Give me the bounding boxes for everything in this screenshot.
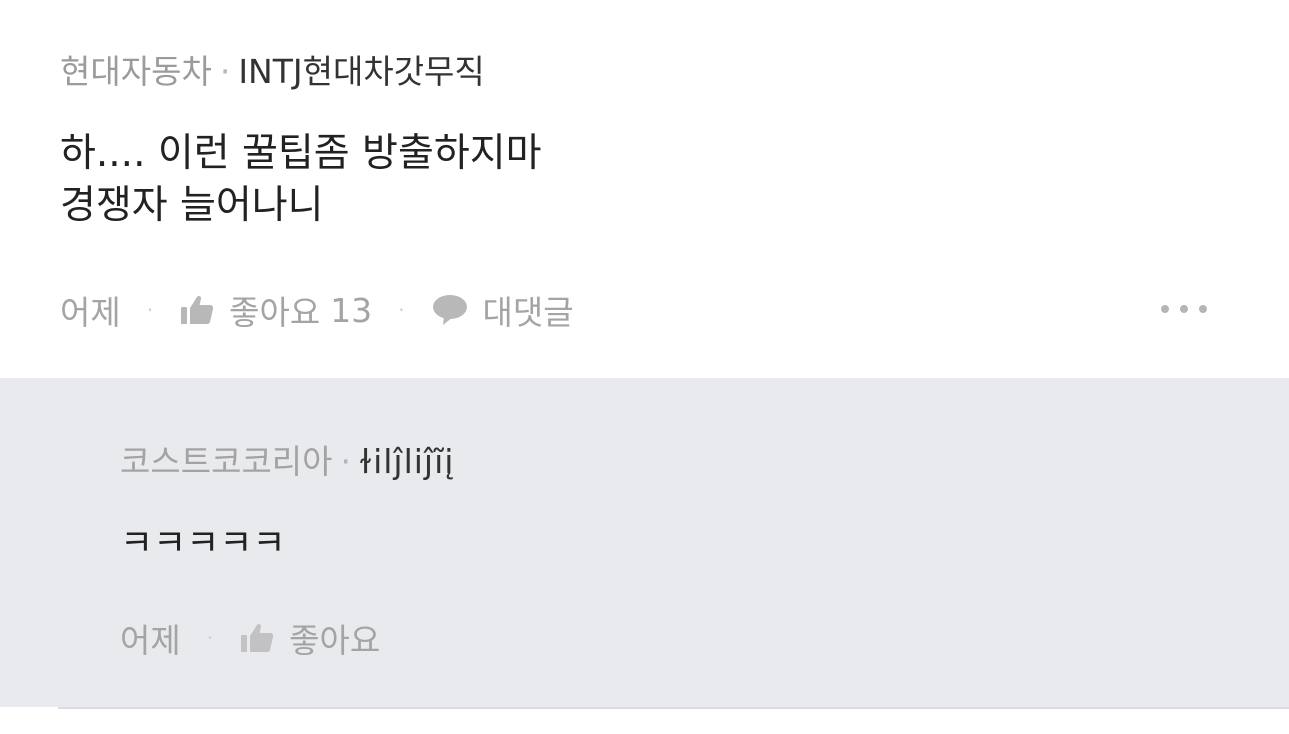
reply-like-label: 좋아요 bbox=[289, 621, 381, 660]
reply-author-line: 코스트코코리아 · ɫilĵliĵĩį bbox=[120, 440, 454, 484]
thumbs-up-icon bbox=[239, 622, 275, 654]
reply-actions: 어제 · 좋아요 bbox=[120, 613, 380, 663]
meta-separator: · bbox=[219, 52, 231, 91]
more-dots-icon bbox=[1158, 301, 1210, 320]
comment-thread: 현대자동차 · INTJ현대차갓무직 하.... 이런 꿀팁좀 방출하지마 경쟁자 … bbox=[0, 0, 1289, 734]
more-options-button[interactable] bbox=[1152, 290, 1216, 330]
divider bbox=[58, 707, 1289, 709]
reply-button[interactable]: 대댓글 bbox=[431, 286, 574, 334]
reply-item: 코스트코코리아 · ɫilĵliĵĩį ㅋㅋㅋㅋㅋ 어제 · 좋아요 bbox=[0, 378, 1289, 707]
reply-time: 어제 bbox=[120, 621, 181, 660]
comment-body: 하.... 이런 꿀팁좀 방출하지마 경쟁자 늘어나니 bbox=[60, 128, 541, 232]
comment-body-line: 경쟁자 늘어나니 bbox=[60, 183, 324, 228]
reply-author-company[interactable]: 코스트코코리아 bbox=[120, 442, 333, 481]
action-separator: · bbox=[146, 298, 154, 322]
reply-author-nickname[interactable]: ɫilĵliĵĩį bbox=[359, 442, 454, 481]
speech-bubble-icon bbox=[431, 293, 469, 327]
thumbs-up-icon bbox=[179, 294, 215, 326]
reply-body: ㅋㅋㅋㅋㅋ bbox=[120, 523, 286, 564]
like-button[interactable]: 좋아요 13 bbox=[179, 286, 372, 334]
comment-author-line: 현대자동차 · INTJ현대차갓무직 bbox=[60, 50, 485, 94]
like-label: 좋아요 bbox=[229, 293, 321, 332]
reply-label: 대댓글 bbox=[482, 293, 574, 332]
author-nickname[interactable]: INTJ현대차갓무직 bbox=[238, 52, 484, 91]
comment-body-line: 하.... 이런 꿀팁좀 방출하지마 bbox=[60, 131, 542, 176]
comment-item: 현대자동차 · INTJ현대차갓무직 하.... 이런 꿀팁좀 방출하지마 경쟁자 … bbox=[0, 0, 1289, 378]
meta-separator: · bbox=[340, 442, 352, 481]
comment-actions: 어제 · 좋아요 13 · 대댓글 bbox=[60, 285, 574, 335]
comment-time: 어제 bbox=[60, 293, 121, 332]
like-count: 13 bbox=[330, 290, 373, 330]
reply-like-button[interactable]: 좋아요 bbox=[239, 614, 380, 662]
action-separator: · bbox=[206, 626, 214, 650]
action-separator: · bbox=[398, 298, 405, 322]
author-company[interactable]: 현대자동차 bbox=[60, 52, 212, 91]
